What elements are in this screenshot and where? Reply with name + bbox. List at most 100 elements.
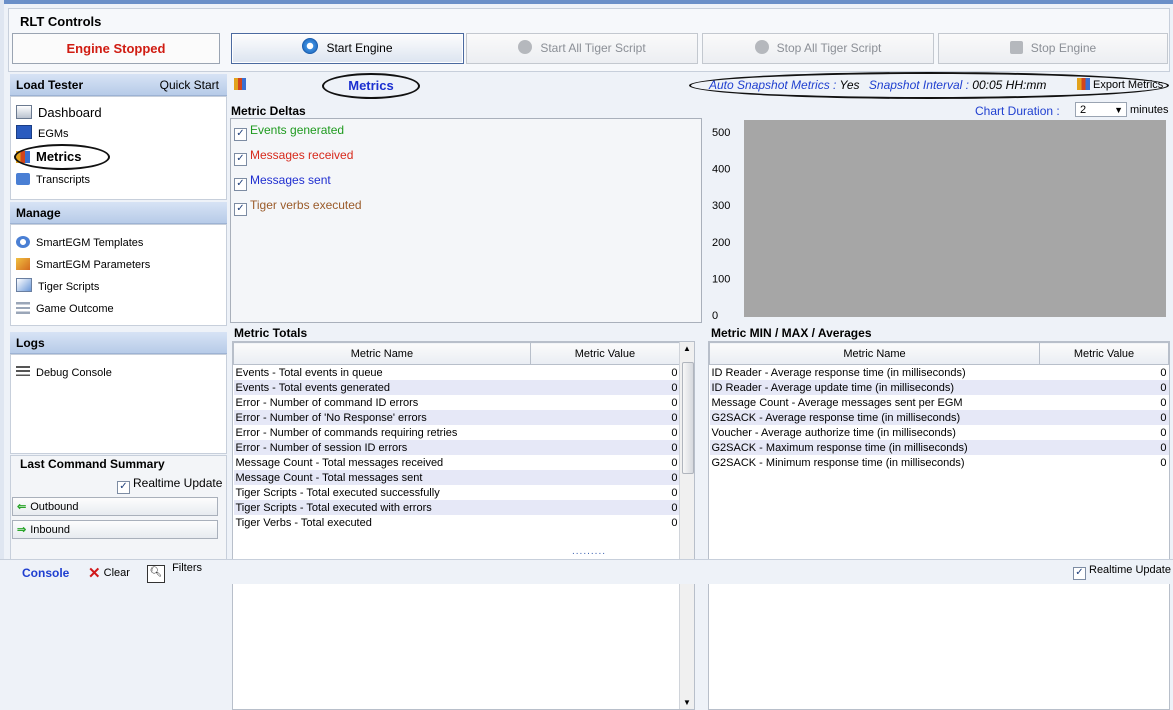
sidebar-item-dashboard[interactable]: Dashboard	[16, 103, 102, 123]
stop-engine-button[interactable]: Stop Engine	[938, 33, 1168, 64]
script-icon	[16, 278, 32, 292]
scroll-down-icon[interactable]: ▼	[683, 698, 691, 707]
magnifier-icon: 🔍︎	[147, 565, 165, 583]
delta-label: Messages received	[250, 148, 354, 162]
metric-minmax-table-wrap: Metric Name Metric Value ID Reader - Ave…	[708, 341, 1170, 710]
sidebar-item-smartegm-templates[interactable]: SmartEGM Templates	[16, 233, 143, 253]
sidebar-item-tiger-scripts[interactable]: Tiger Scripts	[16, 277, 99, 297]
table-row[interactable]: Error - Number of session ID errors 0	[233, 440, 680, 455]
sidebar-item-debug-console[interactable]: Debug Console	[16, 363, 112, 383]
delta-toggle[interactable]: ✓ Events generated	[234, 123, 344, 141]
metric-name-cell: Tiger Verbs - Total executed	[235, 516, 372, 529]
outbound-button[interactable]: ⇐ Outbound	[12, 497, 218, 516]
chevron-down-icon: ▼	[1114, 105, 1123, 115]
scroll-thumb[interactable]	[682, 362, 694, 474]
stop-all-tiger-script-label: Stop All Tiger Script	[776, 41, 882, 55]
metric-value-cell: 0	[530, 470, 680, 485]
arrow-left-icon: ⇐	[17, 501, 27, 513]
table-row[interactable]: Events - Total events in queue 0	[234, 365, 680, 381]
metrics-bar-icon	[234, 78, 246, 90]
table-row[interactable]: Error - Number of command ID errors 0	[234, 395, 680, 410]
metric-name-cell: Events - Total events generated	[233, 380, 531, 395]
column-header-metric-value[interactable]: Metric Value	[1039, 342, 1169, 365]
manage-header: Manage	[10, 202, 227, 224]
table-row[interactable]: G2SACK - Minimum response time (in milli…	[710, 455, 1169, 470]
arrow-right-icon: ⇒	[17, 524, 27, 536]
start-engine-button[interactable]: Start Engine	[231, 33, 464, 64]
scroll-up-icon[interactable]: ▲	[683, 344, 691, 353]
metric-minmax-title: Metric MIN / MAX / Averages	[711, 326, 872, 340]
table-row[interactable]: Tiger Verbs - Total executed 0	[234, 515, 680, 530]
logs-header: Logs	[10, 332, 227, 354]
metric-value-cell: 0	[1160, 366, 1167, 379]
y-tick-label: 400	[712, 164, 730, 176]
dashboard-icon	[16, 105, 32, 119]
metric-value-cell: 0	[671, 426, 678, 439]
quick-start-link[interactable]: Quick Start	[160, 74, 219, 96]
y-tick-label: 0	[712, 310, 718, 322]
table-row[interactable]: Tiger Scripts - Total executed successfu…	[234, 485, 680, 500]
totals-scrollbar[interactable]: ▲ ▼	[679, 342, 694, 709]
game-outcome-icon	[16, 302, 30, 314]
console-label[interactable]: Console	[22, 566, 69, 580]
delta-toggle[interactable]: ✓ Messages sent	[234, 173, 331, 191]
metric-name-cell: Events - Total events in queue	[235, 366, 383, 379]
checkbox-checked-icon: ✓	[234, 178, 247, 191]
table-row[interactable]: Message Count - Average messages sent pe…	[710, 395, 1169, 410]
start-all-tiger-script-button[interactable]: Start All Tiger Script	[466, 33, 698, 64]
window-left-border	[0, 0, 4, 584]
table-row[interactable]: G2SACK - Maximum response time (in milli…	[709, 440, 1169, 455]
metric-name-cell: Error - Number of command ID errors	[235, 396, 419, 409]
table-row[interactable]: Tiger Scripts - Total executed with erro…	[233, 500, 680, 515]
metric-value-cell: 0	[671, 366, 678, 379]
table-row[interactable]: Error - Number of 'No Response' errors 0	[233, 410, 680, 425]
table-row[interactable]: G2SACK - Average response time (in milli…	[709, 410, 1169, 425]
start-all-tiger-script-label: Start All Tiger Script	[540, 41, 646, 55]
sidebar-item-smartegm-parameters[interactable]: SmartEGM Parameters	[16, 255, 150, 275]
window-top-border	[0, 0, 1173, 4]
column-header-metric-name[interactable]: Metric Name	[709, 342, 1040, 365]
engine-status: Engine Stopped	[12, 33, 220, 64]
table-row[interactable]: ID Reader - Average update time (in mill…	[709, 380, 1169, 395]
metric-name-cell: ID Reader - Average update time (in mill…	[709, 380, 1040, 395]
stop-icon	[754, 40, 769, 54]
sidebar-item-egms[interactable]: EGMs	[16, 124, 69, 144]
column-header-metric-name[interactable]: Metric Name	[233, 342, 531, 365]
metric-name-cell: Message Count - Average messages sent pe…	[711, 396, 963, 409]
table-row[interactable]: Events - Total events generated 0	[233, 380, 680, 395]
inbound-button[interactable]: ⇒ Inbound	[12, 520, 218, 539]
plot-area	[744, 120, 1166, 317]
metric-name-cell: G2SACK - Average response time (in milli…	[709, 410, 1040, 425]
chart-duration-select[interactable]: 2 ▼	[1075, 102, 1127, 117]
metric-name-cell: G2SACK - Maximum response time (in milli…	[709, 440, 1040, 455]
console-realtime-toggle[interactable]: ✓ Realtime Update	[1073, 564, 1171, 580]
splitter-handle[interactable]: .........	[572, 546, 606, 557]
table-row[interactable]: Voucher - Average authorize time (in mil…	[710, 425, 1169, 440]
page-title: Metrics	[322, 73, 420, 99]
egm-monitor-icon	[16, 125, 32, 139]
delta-toggle[interactable]: ✓ Tiger verbs executed	[234, 198, 362, 216]
rlt-controls-title: RLT Controls	[20, 14, 102, 29]
table-row[interactable]: Message Count - Total messages received 0	[234, 455, 680, 470]
sidebar-item-transcripts[interactable]: Transcripts	[16, 170, 90, 190]
metric-name-cell: Error - Number of 'No Response' errors	[233, 410, 531, 425]
table-row[interactable]: Error - Number of commands requiring ret…	[234, 425, 680, 440]
stop-all-tiger-script-button[interactable]: Stop All Tiger Script	[702, 33, 934, 64]
last-command-title: Last Command Summary	[20, 457, 165, 471]
delta-toggle[interactable]: ✓ Messages received	[234, 148, 353, 166]
sidebar-item-game-outcome[interactable]: Game Outcome	[16, 299, 114, 319]
metric-name-cell: Voucher - Average authorize time (in mil…	[711, 426, 956, 439]
export-metrics-button[interactable]: Export Metrics	[1077, 78, 1163, 91]
metric-name-cell: Tiger Scripts - Total executed with erro…	[233, 500, 531, 515]
metric-value-cell: 0	[530, 380, 680, 395]
load-tester-header: Load Tester Quick Start	[10, 74, 227, 96]
table-row[interactable]: ID Reader - Average response time (in mi…	[710, 365, 1169, 381]
column-header-metric-value[interactable]: Metric Value	[529, 342, 681, 365]
metric-totals-table: Metric Name Metric Value Events - Total …	[233, 342, 681, 530]
clear-button[interactable]: ✕ Clear	[88, 564, 130, 582]
metric-name-cell: Message Count - Total messages received	[235, 456, 444, 469]
table-row[interactable]: Message Count - Total messages sent 0	[233, 470, 680, 485]
last-command-realtime-toggle[interactable]: ✓ Realtime Update	[117, 476, 222, 494]
metric-name-cell: ID Reader - Average response time (in mi…	[711, 366, 966, 379]
filters-button[interactable]: 🔍︎ Filters	[147, 562, 202, 583]
